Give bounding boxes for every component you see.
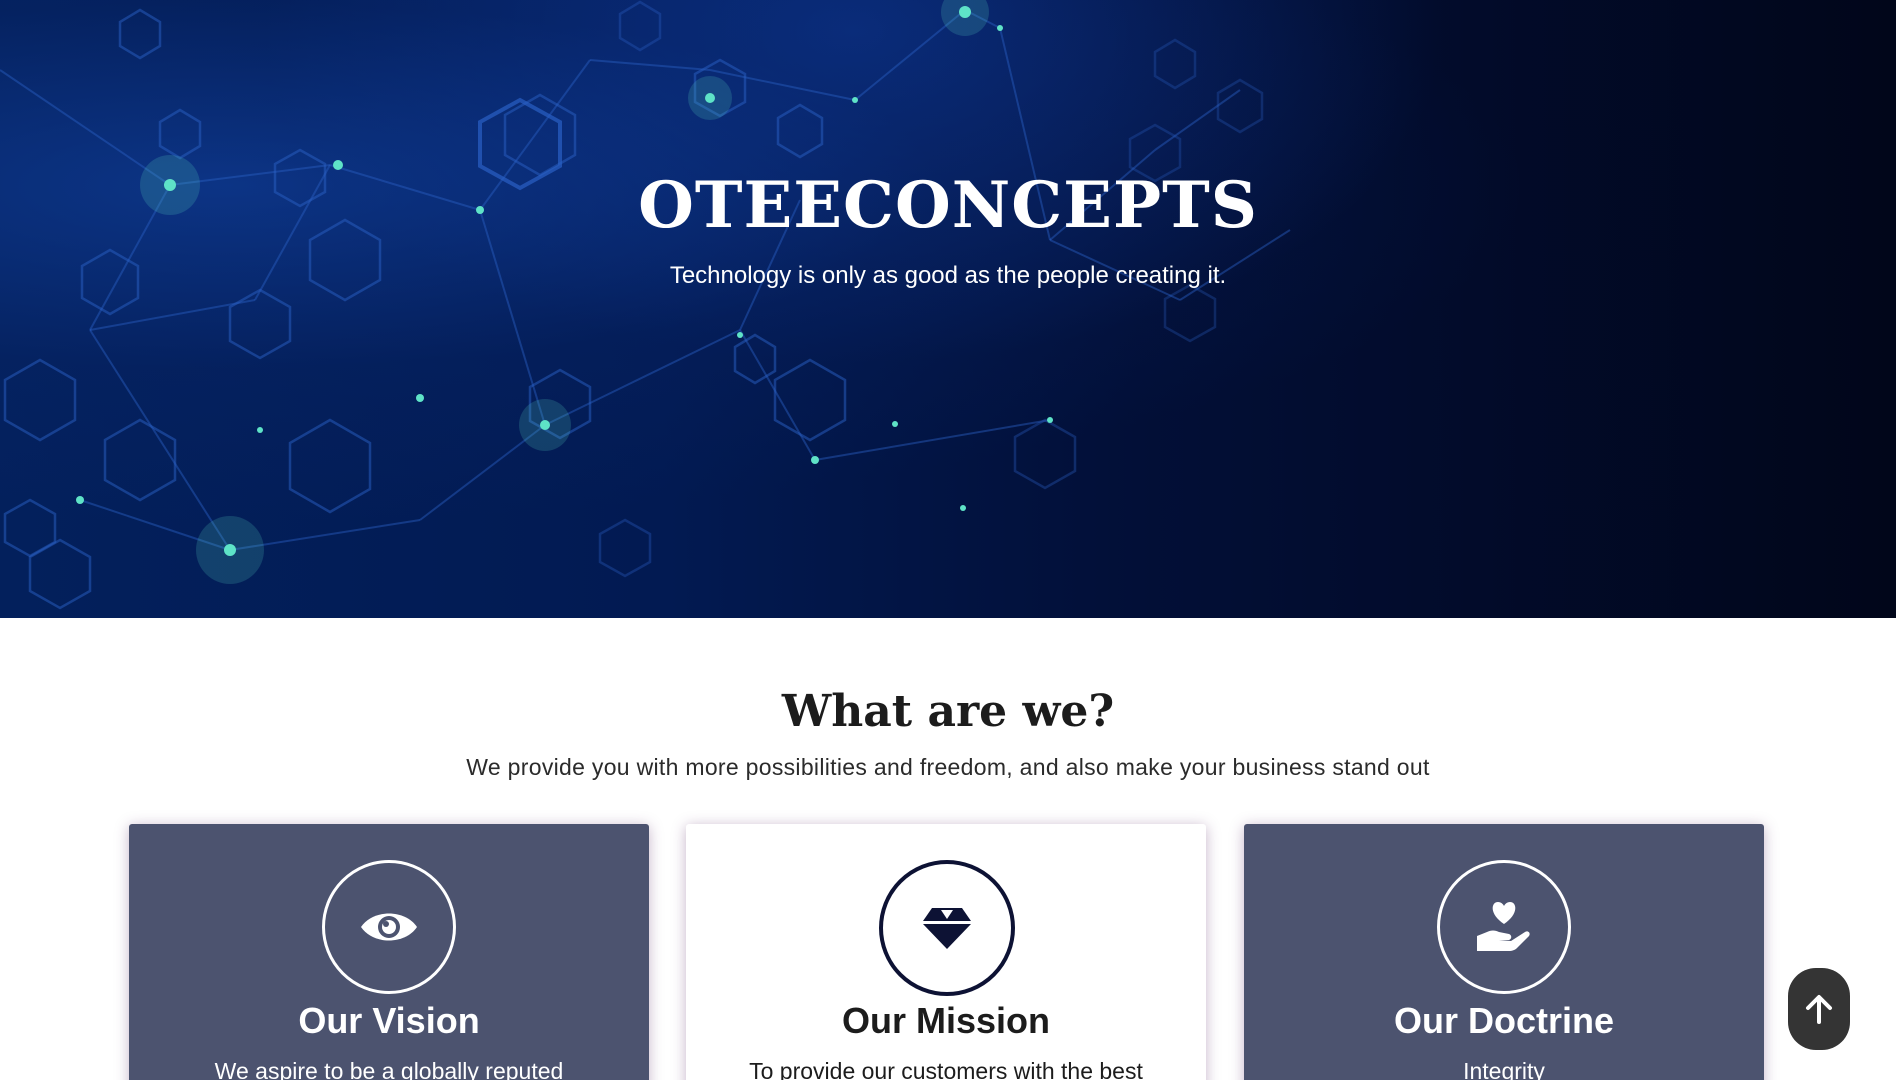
page: OTEECONCEPTS Technology is only as good …	[0, 0, 1896, 1080]
card-text: Integrity	[1463, 1058, 1545, 1080]
scroll-to-top-button[interactable]	[1788, 968, 1850, 1050]
card-text: We aspire to be a globally reputed	[214, 1058, 564, 1080]
network-background	[0, 0, 1291, 610]
vision-card: Our Vision We aspire to be a globally re…	[129, 824, 649, 1080]
card-title: Our Doctrine	[1393, 1000, 1615, 1041]
hero-banner: OTEECONCEPTS Technology is only as good …	[0, 0, 1896, 618]
hero-title: OTEECONCEPTS	[638, 168, 1258, 243]
mission-card: Our Mission To provide our customers wit…	[686, 824, 1206, 1080]
eye-icon	[322, 860, 456, 994]
hero-tagline: Technology is only as good as the people…	[669, 262, 1227, 289]
diamond-icon	[879, 860, 1015, 996]
card-text: To provide our customers with the best	[749, 1058, 1143, 1080]
card-title: Our Mission	[841, 1000, 1051, 1041]
card-title: Our Vision	[298, 1000, 480, 1041]
hand-holding-heart-icon	[1437, 860, 1571, 994]
arrow-up-icon	[1805, 994, 1833, 1024]
section-title: What are we?	[781, 686, 1115, 737]
doctrine-card: Our Doctrine Integrity	[1244, 824, 1764, 1080]
section-subtitle: We provide you with more possibilities a…	[466, 754, 1430, 780]
